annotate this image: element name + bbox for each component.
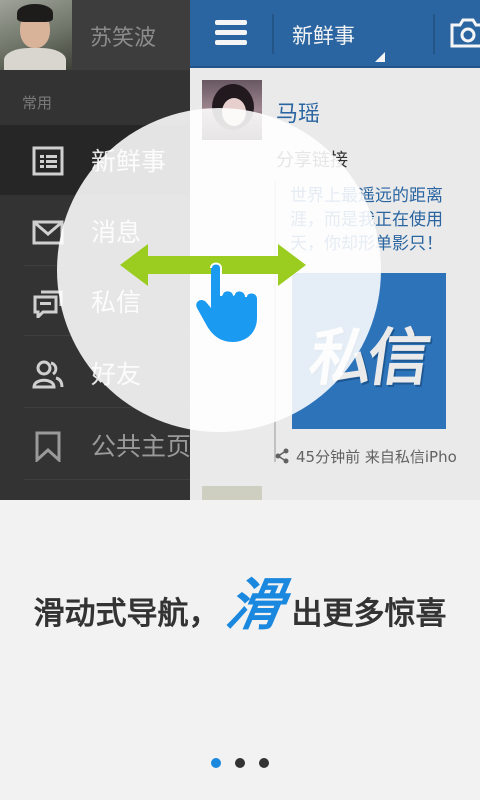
user-avatar[interactable] [0,0,72,70]
news-feed-icon [32,146,64,176]
slogan-lead: 滑动式导航， [33,596,220,632]
slogan-tail: 出更多惊喜 [291,596,447,632]
promo-slogan: 滑动式导航，滑 出更多惊喜 [0,570,480,651]
sidebar-item-label: 公共主页 [91,432,192,461]
page-indicator[interactable] [0,758,480,770]
sidebar-profile-header[interactable]: 苏笑波 [0,0,190,70]
promo-panel: 滑动式导航，滑 出更多惊喜 [0,500,480,800]
page-dot-3[interactable] [259,758,269,768]
page-dot-2[interactable] [235,758,245,768]
slogan-highlight: 滑 [220,573,289,638]
friends-icon [32,360,64,389]
app-screenshot: 苏笑波 常用 新鲜事 消息 私 [0,0,480,500]
bookmark-icon [35,431,61,462]
page-dot-1[interactable] [211,758,221,768]
sidebar-section-label: 常用 [22,94,53,112]
swipe-hand-icon [196,262,257,342]
sidebar-username[interactable]: 苏笑波 [90,20,156,52]
divider [24,479,190,480]
